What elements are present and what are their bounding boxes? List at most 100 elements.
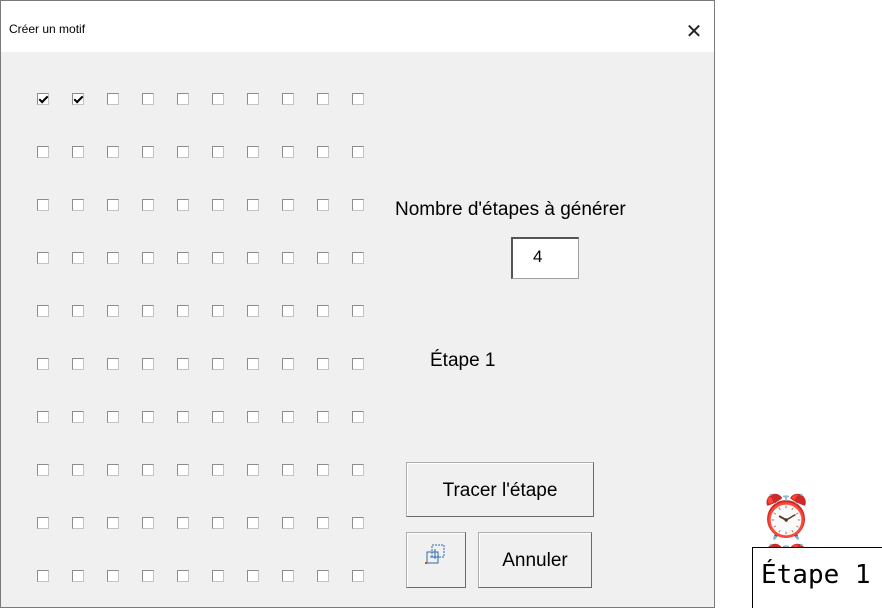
pattern-checkbox[interactable] [317,358,329,370]
pattern-checkbox[interactable] [247,252,259,264]
pattern-checkbox[interactable] [37,570,49,582]
cancel-button[interactable]: Annuler [478,532,592,588]
pattern-checkbox[interactable] [142,411,154,423]
pattern-checkbox[interactable] [37,93,49,105]
pattern-checkbox[interactable] [37,517,49,529]
pattern-checkbox[interactable] [212,411,224,423]
pattern-checkbox[interactable] [282,411,294,423]
pattern-checkbox[interactable] [352,411,364,423]
pattern-checkbox[interactable] [212,305,224,317]
pattern-checkbox[interactable] [247,517,259,529]
pattern-checkbox[interactable] [212,517,224,529]
pattern-checkbox[interactable] [72,93,84,105]
close-button[interactable]: ✕ [674,11,714,51]
steps-count-input[interactable]: 4 [511,237,579,279]
pattern-checkbox[interactable] [212,146,224,158]
pattern-checkbox[interactable] [317,199,329,211]
pattern-checkbox[interactable] [247,411,259,423]
pattern-checkbox[interactable] [212,464,224,476]
pattern-checkbox[interactable] [107,252,119,264]
pattern-checkbox[interactable] [142,358,154,370]
pattern-checkbox[interactable] [72,411,84,423]
pattern-checkbox[interactable] [212,358,224,370]
pattern-checkbox[interactable] [107,358,119,370]
pattern-checkbox[interactable] [72,358,84,370]
pattern-checkbox[interactable] [282,93,294,105]
pattern-checkbox[interactable] [107,464,119,476]
pattern-checkbox[interactable] [352,358,364,370]
pattern-checkbox[interactable] [107,146,119,158]
pattern-checkbox[interactable] [247,199,259,211]
pattern-checkbox[interactable] [72,252,84,264]
pattern-checkbox[interactable] [177,146,189,158]
pattern-checkbox[interactable] [282,252,294,264]
pattern-checkbox[interactable] [177,305,189,317]
pattern-checkbox[interactable] [282,305,294,317]
pattern-checkbox[interactable] [352,252,364,264]
pattern-checkbox[interactable] [317,464,329,476]
pattern-checkbox[interactable] [177,570,189,582]
pattern-checkbox[interactable] [142,252,154,264]
pattern-checkbox[interactable] [142,517,154,529]
pattern-checkbox[interactable] [177,464,189,476]
pattern-checkbox[interactable] [247,93,259,105]
pattern-checkbox[interactable] [142,146,154,158]
pattern-checkbox[interactable] [247,464,259,476]
pattern-checkbox[interactable] [37,464,49,476]
pattern-checkbox[interactable] [282,146,294,158]
pattern-checkbox[interactable] [317,305,329,317]
pattern-checkbox[interactable] [37,411,49,423]
pattern-checkbox[interactable] [212,93,224,105]
pattern-checkbox[interactable] [72,517,84,529]
pattern-checkbox[interactable] [282,199,294,211]
pattern-checkbox[interactable] [352,146,364,158]
pattern-checkbox[interactable] [37,358,49,370]
pattern-checkbox[interactable] [107,411,119,423]
pattern-checkbox[interactable] [352,199,364,211]
pattern-checkbox[interactable] [317,93,329,105]
pattern-checkbox[interactable] [282,570,294,582]
pattern-checkbox[interactable] [317,517,329,529]
pattern-checkbox[interactable] [282,464,294,476]
pattern-checkbox[interactable] [177,199,189,211]
pattern-checkbox[interactable] [352,93,364,105]
pattern-checkbox[interactable] [107,199,119,211]
pattern-checkbox[interactable] [177,93,189,105]
pattern-checkbox[interactable] [142,464,154,476]
sheet-stage-cell[interactable]: Étape 1 [752,547,882,608]
pattern-checkbox[interactable] [107,517,119,529]
pattern-checkbox[interactable] [282,517,294,529]
pattern-checkbox[interactable] [247,146,259,158]
pattern-checkbox[interactable] [72,146,84,158]
pattern-checkbox[interactable] [72,305,84,317]
pattern-checkbox[interactable] [212,199,224,211]
pattern-checkbox[interactable] [352,305,364,317]
pattern-checkbox[interactable] [72,199,84,211]
pattern-checkbox[interactable] [37,199,49,211]
pattern-checkbox[interactable] [142,570,154,582]
pattern-checkbox[interactable] [72,570,84,582]
copy-frame-button[interactable] [406,532,466,588]
pattern-checkbox[interactable] [72,464,84,476]
pattern-checkbox[interactable] [212,252,224,264]
pattern-checkbox[interactable] [107,570,119,582]
pattern-checkbox[interactable] [177,358,189,370]
pattern-checkbox[interactable] [317,570,329,582]
pattern-checkbox[interactable] [317,146,329,158]
pattern-checkbox[interactable] [247,570,259,582]
trace-step-button[interactable]: Tracer l'étape [406,462,594,517]
pattern-checkbox[interactable] [142,305,154,317]
pattern-checkbox[interactable] [352,464,364,476]
pattern-checkbox[interactable] [247,358,259,370]
pattern-checkbox[interactable] [37,252,49,264]
pattern-checkbox[interactable] [142,93,154,105]
pattern-checkbox[interactable] [37,305,49,317]
pattern-checkbox[interactable] [352,570,364,582]
pattern-checkbox[interactable] [352,517,364,529]
pattern-checkbox[interactable] [177,411,189,423]
pattern-checkbox[interactable] [107,305,119,317]
pattern-checkbox[interactable] [37,146,49,158]
pattern-checkbox[interactable] [247,305,259,317]
pattern-checkbox[interactable] [177,252,189,264]
pattern-checkbox[interactable] [107,93,119,105]
